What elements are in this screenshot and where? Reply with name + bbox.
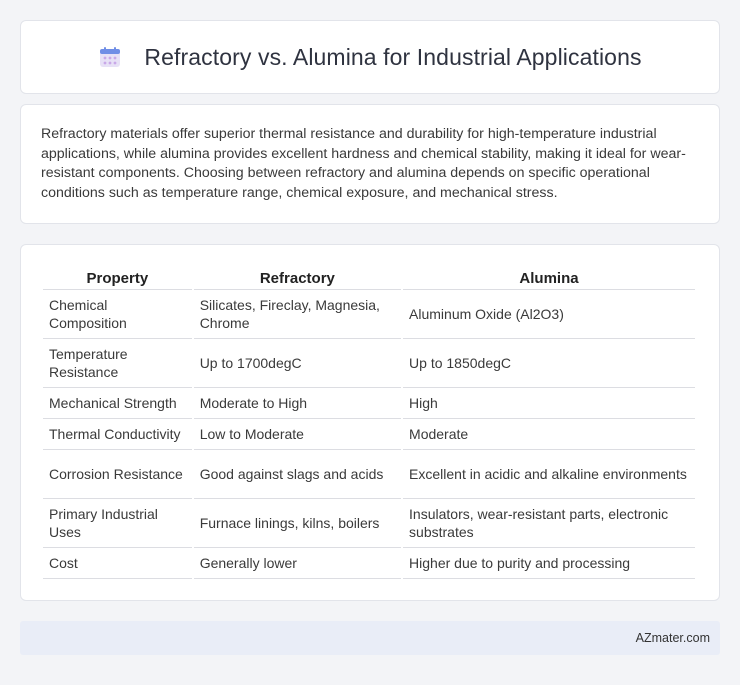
row-alumina: Higher due to purity and processing [403,548,695,579]
row-property: Temperature Resistance [43,339,192,388]
row-property: Cost [43,548,192,579]
row-refractory: Low to Moderate [193,419,402,450]
row-property: Primary Industrial Uses [43,499,192,548]
table-header-row: Property Refractory Alumina [43,265,695,290]
row-refractory: Good against slags and acids [193,450,402,499]
row-property: Corrosion Resistance [43,450,192,499]
footer-site-link[interactable]: AZmater.com [636,631,710,645]
header-alumina: Alumina [403,265,695,290]
row-alumina: Insulators, wear-resistant parts, electr… [403,499,695,548]
table-row: Thermal Conductivity Low to Moderate Mod… [43,419,695,450]
page-title: Refractory vs. Alumina for Industrial Ap… [144,43,642,70]
row-refractory: Generally lower [193,548,402,579]
comparison-card: Property Refractory Alumina Chemical Com… [20,244,720,601]
row-refractory: Furnace linings, kilns, boilers [193,499,402,548]
table-row: Corrosion Resistance Good against slags … [43,450,695,499]
title-card: Refractory vs. Alumina for Industrial Ap… [20,20,720,94]
row-refractory: Silicates, Fireclay, Magnesia, Chrome [193,290,402,339]
row-alumina: Aluminum Oxide (Al2O3) [403,290,695,339]
table-row: Mechanical Strength Moderate to High Hig… [43,388,695,419]
intro-card: Refractory materials offer superior ther… [20,104,720,224]
row-alumina: High [403,388,695,419]
row-property: Chemical Composition [43,290,192,339]
row-alumina: Excellent in acidic and alkaline environ… [403,450,695,499]
row-alumina: Moderate [403,419,695,450]
row-refractory: Moderate to High [193,388,402,419]
table-row: Cost Generally lower Higher due to purit… [43,548,695,579]
table-row: Temperature Resistance Up to 1700degC Up… [43,339,695,388]
header-refractory: Refractory [193,265,402,290]
intro-paragraph: Refractory materials offer superior ther… [41,126,686,201]
table-row: Chemical Composition Silicates, Fireclay… [43,290,695,339]
row-property: Thermal Conductivity [43,419,192,450]
row-refractory: Up to 1700degC [193,339,402,388]
header-property: Property [43,265,192,290]
row-property: Mechanical Strength [43,388,192,419]
footer-bar: AZmater.com [20,621,720,655]
calendar-icon [100,47,121,67]
comparison-table: Property Refractory Alumina Chemical Com… [41,265,697,579]
row-alumina: Up to 1850degC [403,339,695,388]
table-row: Primary Industrial Uses Furnace linings,… [43,499,695,548]
